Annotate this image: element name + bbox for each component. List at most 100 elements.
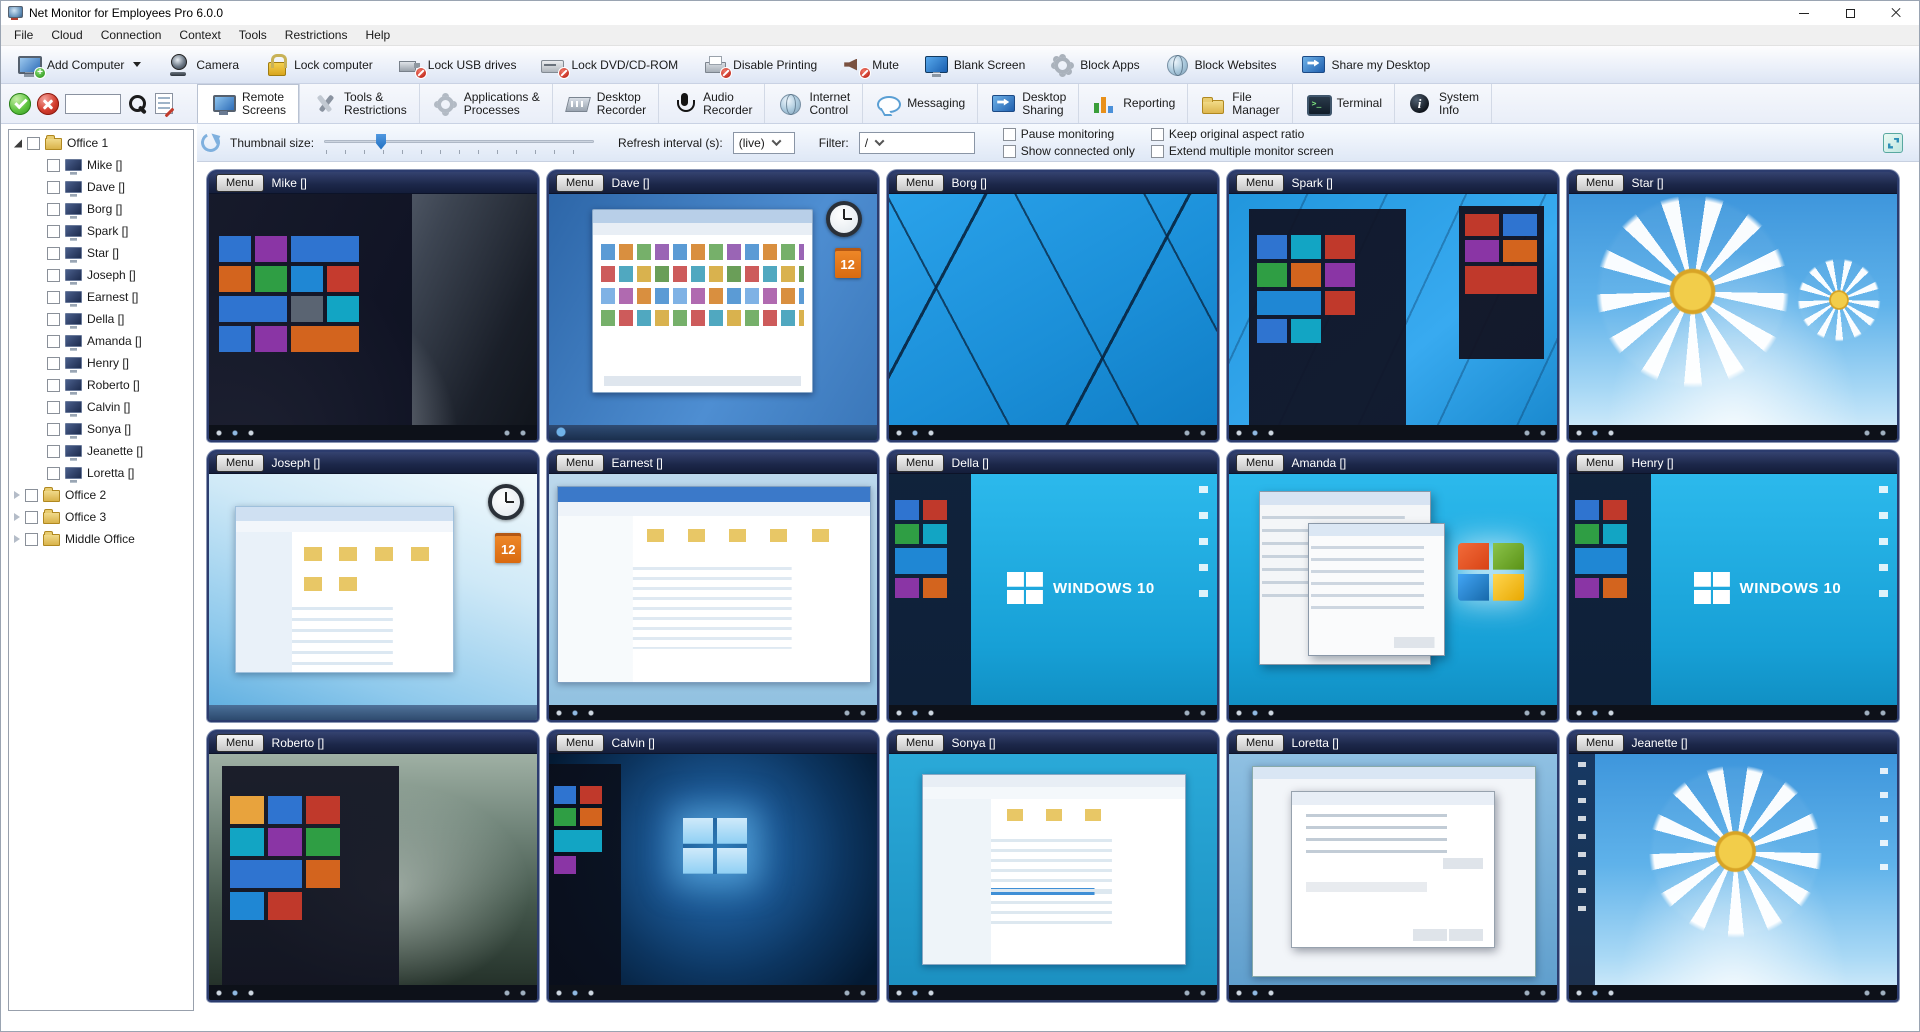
tile-menu-button[interactable]: Menu <box>556 174 604 192</box>
tree-item-mike[interactable]: Mike [] <box>9 154 193 176</box>
tree-collapsed-icon[interactable] <box>14 491 20 499</box>
lock-computer-button[interactable]: Lock computer <box>252 49 384 81</box>
tile-menu-button[interactable]: Menu <box>1236 454 1284 472</box>
tree-item-roberto[interactable]: Roberto [] <box>9 374 193 396</box>
mute-button[interactable]: Mute <box>830 49 910 81</box>
menu-cloud[interactable]: Cloud <box>42 26 91 44</box>
close-button[interactable] <box>1873 1 1919 25</box>
tree-group-office3[interactable]: Office 3 <box>9 506 193 528</box>
tree-checkbox[interactable] <box>27 137 40 150</box>
tree-checkbox[interactable] <box>47 269 60 282</box>
remote-screen-thumbnail[interactable] <box>549 754 877 1000</box>
keep-aspect-ratio-checkbox[interactable]: Keep original aspect ratio <box>1151 127 1334 141</box>
expand-view-button[interactable] <box>1883 133 1903 153</box>
menu-restrictions[interactable]: Restrictions <box>276 26 357 44</box>
tree-item-star[interactable]: Star [] <box>9 242 193 264</box>
add-computer-button[interactable]: Add Computer <box>5 49 152 81</box>
tree-checkbox[interactable] <box>47 401 60 414</box>
menu-tools[interactable]: Tools <box>230 26 276 44</box>
search-icon[interactable] <box>127 93 149 115</box>
tree-checkbox[interactable] <box>47 335 60 348</box>
tree-checkbox[interactable] <box>47 159 60 172</box>
tree-expanded-icon[interactable] <box>13 139 22 148</box>
dropdown-caret-icon[interactable] <box>133 62 141 67</box>
checkbox[interactable] <box>1003 145 1016 158</box>
tab-file-manager[interactable]: FileManager <box>1187 84 1291 123</box>
remote-screen-thumbnail[interactable] <box>889 194 1217 440</box>
disable-printing-button[interactable]: Disable Printing <box>691 49 828 81</box>
tile-menu-button[interactable]: Menu <box>556 454 604 472</box>
maximize-button[interactable] <box>1827 1 1873 25</box>
tree-item-spark[interactable]: Spark [] <box>9 220 193 242</box>
remote-screen-thumbnail[interactable] <box>1569 754 1897 1000</box>
tab-desktop-recorder[interactable]: DesktopRecorder <box>552 84 658 123</box>
tree-group-middle-office[interactable]: Middle Office <box>9 528 193 550</box>
tile-menu-button[interactable]: Menu <box>1576 174 1624 192</box>
tree-collapsed-icon[interactable] <box>14 535 20 543</box>
tree-checkbox[interactable] <box>47 247 60 260</box>
tile-menu-button[interactable]: Menu <box>216 454 264 472</box>
filter-select[interactable]: / <box>859 132 975 154</box>
tree-checkbox[interactable] <box>47 291 60 304</box>
remote-screen-thumbnail[interactable] <box>1569 194 1897 440</box>
computer-search-input[interactable] <box>65 94 121 114</box>
tab-applications-processes[interactable]: Applications &Processes <box>419 84 552 123</box>
tree-checkbox[interactable] <box>47 313 60 326</box>
tree-item-della[interactable]: Della [] <box>9 308 193 330</box>
thumbnail-size-slider[interactable] <box>324 132 594 154</box>
remote-screen-thumbnail[interactable]: 12 <box>549 194 877 440</box>
tile-menu-button[interactable]: Menu <box>896 454 944 472</box>
tree-item-henry[interactable]: Henry [] <box>9 352 193 374</box>
tab-internet-control[interactable]: InternetControl <box>764 84 862 123</box>
remote-screen-thumbnail[interactable] <box>209 194 537 440</box>
tab-desktop-sharing[interactable]: DesktopSharing <box>977 84 1078 123</box>
blank-screen-button[interactable]: Blank Screen <box>912 49 1036 81</box>
block-apps-button[interactable]: Block Apps <box>1038 49 1150 81</box>
refresh-interval-select[interactable]: (live) <box>733 132 795 154</box>
minimize-button[interactable] <box>1781 1 1827 25</box>
tree-checkbox[interactable] <box>47 445 60 458</box>
tree-checkbox[interactable] <box>47 225 60 238</box>
tree-item-dave[interactable]: Dave [] <box>9 176 193 198</box>
tree-checkbox[interactable] <box>47 423 60 436</box>
remote-screen-thumbnail[interactable] <box>549 474 877 720</box>
tree-checkbox[interactable] <box>47 181 60 194</box>
remote-screen-thumbnail[interactable] <box>1229 474 1557 720</box>
tree-checkbox[interactable] <box>47 357 60 370</box>
tree-item-joseph[interactable]: Joseph [] <box>9 264 193 286</box>
tree-checkbox[interactable] <box>25 511 38 524</box>
tree-item-loretta[interactable]: Loretta [] <box>9 462 193 484</box>
tile-menu-button[interactable]: Menu <box>896 174 944 192</box>
tab-system-info[interactable]: SystemInfo <box>1394 84 1492 123</box>
tree-item-jeanette[interactable]: Jeanette [] <box>9 440 193 462</box>
tree-item-amanda[interactable]: Amanda [] <box>9 330 193 352</box>
remote-screen-thumbnail[interactable]: WINDOWS 10 <box>889 474 1217 720</box>
remote-screen-thumbnail[interactable]: 12 <box>209 474 537 720</box>
menu-connection[interactable]: Connection <box>92 26 171 44</box>
extend-multi-monitor-checkbox[interactable]: Extend multiple monitor screen <box>1151 144 1334 158</box>
lock-usb-button[interactable]: Lock USB drives <box>386 49 528 81</box>
refresh-icon[interactable] <box>198 130 222 154</box>
remote-screen-thumbnail[interactable] <box>209 754 537 1000</box>
tab-audio-recorder[interactable]: AudioRecorder <box>658 84 764 123</box>
menu-file[interactable]: File <box>5 26 42 44</box>
log-notes-icon[interactable] <box>155 93 173 114</box>
tab-messaging[interactable]: Messaging <box>862 84 977 123</box>
menu-context[interactable]: Context <box>170 26 229 44</box>
tree-checkbox[interactable] <box>25 489 38 502</box>
remote-screen-thumbnail[interactable] <box>1229 754 1557 1000</box>
tab-terminal[interactable]: Terminal <box>1292 84 1394 123</box>
tab-remote-screens[interactable]: RemoteScreens <box>197 84 299 123</box>
disconnect-button[interactable] <box>37 93 59 115</box>
lock-dvd-button[interactable]: Lock DVD/CD-ROM <box>529 49 689 81</box>
checkbox[interactable] <box>1003 128 1016 141</box>
tree-group-office1[interactable]: Office 1 <box>9 132 193 154</box>
connect-button[interactable] <box>9 93 31 115</box>
remote-screen-thumbnail[interactable] <box>889 754 1217 1000</box>
pause-monitoring-checkbox[interactable]: Pause monitoring <box>1003 127 1135 141</box>
tree-item-earnest[interactable]: Earnest [] <box>9 286 193 308</box>
tree-item-borg[interactable]: Borg [] <box>9 198 193 220</box>
tile-menu-button[interactable]: Menu <box>896 734 944 752</box>
remote-screen-thumbnail[interactable]: WINDOWS 10 <box>1569 474 1897 720</box>
tile-menu-button[interactable]: Menu <box>1236 734 1284 752</box>
